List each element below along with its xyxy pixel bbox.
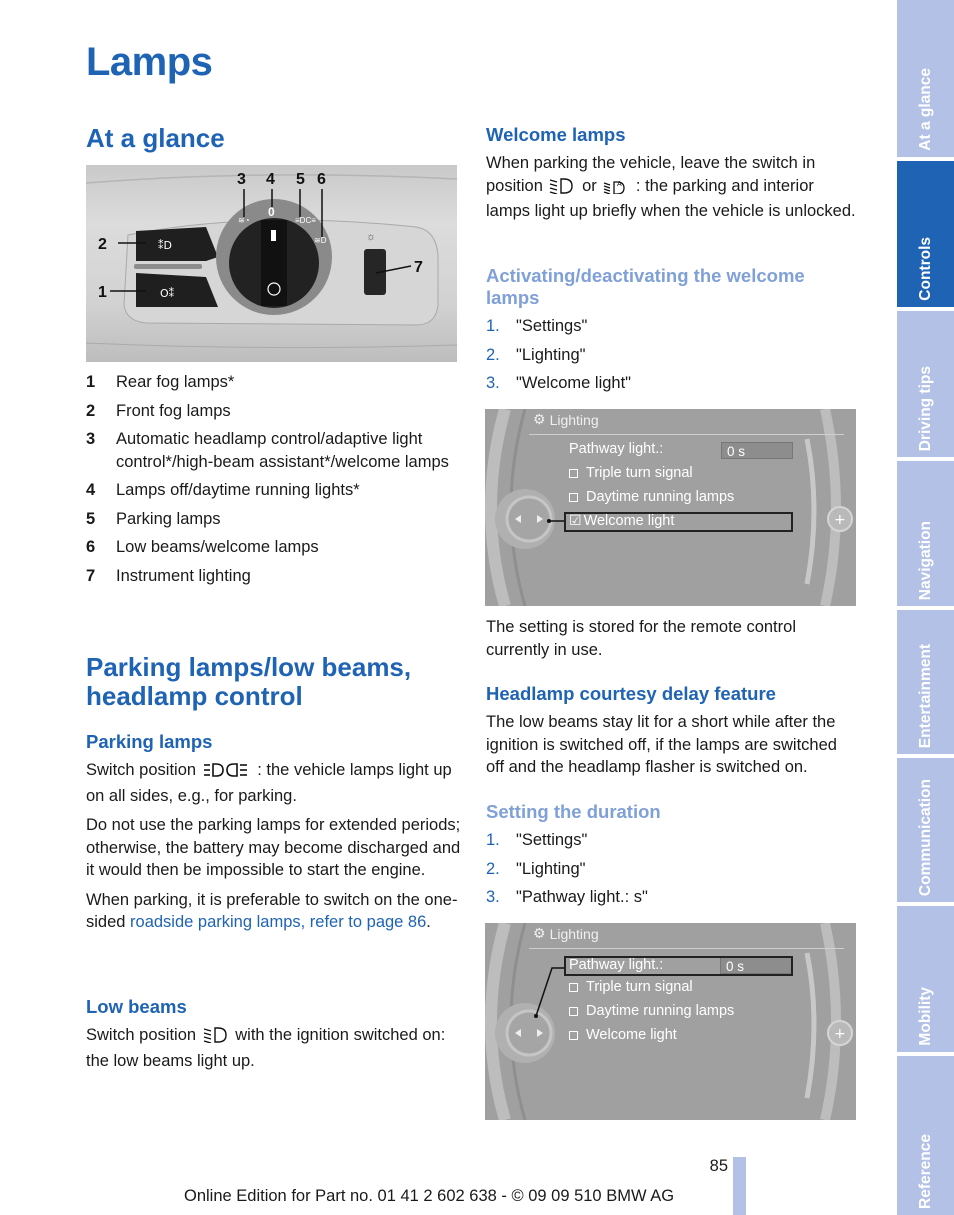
remote-control-note: The setting is stored for the remote con… [486,618,796,659]
checkbox-unchecked-icon[interactable] [569,982,578,992]
idrive-screen-welcome-light: + ⚙ Lighting Pathway light.: 0 s Triple t… [485,409,856,606]
idrive-screen-pathway-light: + ⚙ Lighting 0 s Pathway light.: Triple t… [485,923,856,1120]
roadside-parking-lamps-link[interactable]: roadside parking lamps, refer to page 86 [130,913,426,931]
legend-item: 6 Low beams/welcome lamps [86,538,319,556]
legend-item: 4 Lamps off/daytime running lights* [86,481,360,499]
subheading-activating-welcome-lamps: Activating/deactivating the welcome lamp… [486,265,805,308]
auto-headlamp-symbol-icon: A [603,178,629,201]
page-number-marker [733,1157,746,1215]
menu-item-daytime-running-lamps[interactable]: Daytime running lamps [569,1003,734,1019]
parking-lamp-icon: ≡DC≡ [295,216,316,225]
screen-divider [529,434,844,435]
courtesy-delay-paragraph: The low beams stay lit for a short while… [486,713,837,776]
page-number: 85 [709,1157,728,1175]
welcome-lamps-paragraph: When parking the vehicle, leave the swit… [486,154,856,220]
section-heading-at-a-glance: At a glance [86,123,225,153]
step-item: 1. "Settings" [486,831,588,849]
screen-title: ⚙ Lighting [533,411,599,428]
menu-item-pathway-light[interactable]: Pathway light.: [569,957,663,973]
legend-item: 2 Front fog lamps [86,401,231,420]
parking-lamps-paragraph-3: When parking, it is preferable to switch… [86,890,458,932]
page-title: Lamps [86,40,213,84]
side-tab-controls[interactable]: Controls [897,161,954,307]
low-beam-symbol-icon [203,1027,229,1050]
low-beam-icon: ≋D [314,236,327,245]
parking-lamps-text: Switch position : the vehicle lamps ligh… [86,759,461,934]
figure-legend: 1 Rear fog lamps* 2 Front fog lamps 3 Autom… [86,371,461,593]
duration-steps-list: 1. "Settings" 2. "Lighting" 3. "Pathway lig… [486,829,858,915]
settings-gear-icon: ⚙ [533,411,546,427]
menu-item-welcome-light[interactable]: ☑ Welcome light [569,512,674,529]
menu-item-welcome-light[interactable]: Welcome light [569,1027,677,1043]
menu-item-pathway-light[interactable]: Pathway light.: [569,441,663,457]
callout-3: 3 [237,171,246,188]
subheading-low-beams: Low beams [86,996,187,1017]
side-tab-reference[interactable]: Reference [897,1056,954,1215]
plus-icon: + [834,1026,846,1042]
footer-edition-text: Online Edition for Part no. 01 41 2 602 … [184,1187,675,1205]
instrument-dimmer-icon: ☼ [366,231,376,243]
callout-7: 7 [414,259,423,276]
auto-headlamp-icon: ≋◔ [238,216,250,225]
callout-2: 2 [98,236,107,253]
side-tab-communication[interactable]: Communication [897,758,954,902]
side-tab-driving-tips[interactable]: Driving tips [897,311,954,457]
callout-4: 4 [266,171,275,188]
menu-item-triple-turn-signal[interactable]: Triple turn signal [569,979,693,995]
step-item: 3. "Pathway light.: s" [486,888,648,906]
subheading-welcome-lamps: Welcome lamps [486,124,626,145]
side-tab-entertainment[interactable]: Entertainment [897,610,954,754]
light-switch-figure: ⁑D O⁑ 0 ≋◔ ≡DC≡ ≋D ☼ 2 1 3 4 5 6 7 [86,165,457,362]
parking-lamps-paragraph-1: Switch position : the vehicle lamps ligh… [86,761,452,805]
section-heading-parking-low-beams: Parking lamps/low beams, headlamp contro… [86,652,412,711]
checkbox-unchecked-icon[interactable] [569,492,578,502]
side-tab-at-a-glance[interactable]: At a glance [897,0,954,157]
legend-item: 3 Automatic headlamp control/adaptive lig… [86,430,449,471]
step-item: 3. "Welcome light" [486,374,632,392]
menu-item-daytime-running-lamps[interactable]: Daytime running lamps [569,489,734,505]
rear-fog-icon: O⁑ [160,287,175,300]
callout-1: 1 [98,284,107,301]
pathway-light-value[interactable]: 0 s [721,442,793,459]
step-item: 1. "Settings" [486,317,588,335]
step-item: 2. "Lighting" [486,345,586,364]
side-tab-navigation[interactable]: Navigation [897,461,954,606]
checkbox-unchecked-icon[interactable] [569,1006,578,1016]
front-fog-icon: ⁑D [158,239,172,252]
callout-6: 6 [317,171,326,188]
screen-divider [529,948,844,949]
checkbox-checked-icon[interactable]: ☑ [569,512,582,529]
side-tab-mobility[interactable]: Mobility [897,906,954,1052]
menu-item-triple-turn-signal[interactable]: Triple turn signal [569,465,693,481]
legend-item: 1 Rear fog lamps* [86,373,235,391]
idrive-screen-frame: + [485,923,853,1120]
light-switch-illustration: ⁑D O⁑ 0 ≋◔ ≡DC≡ ≋D ☼ 2 1 3 4 5 6 7 [86,171,457,349]
idrive-screen-frame: + [485,409,853,606]
parking-lamps-paragraph-2: Do not use the parking lamps for extende… [86,816,461,879]
rear-fog-button-shape [136,273,218,307]
subheading-parking-lamps: Parking lamps [86,731,213,752]
activating-steps-list: 1. "Settings" 2. "Lighting" 3. "Welcome lig… [486,315,858,401]
callout-5: 5 [296,171,305,188]
parking-lamps-symbol-icon [203,762,251,785]
checkbox-unchecked-icon[interactable] [569,1030,578,1040]
checkbox-unchecked-icon[interactable] [569,468,578,478]
switch-zero-label: 0 [268,205,275,219]
legend-item: 5 Parking lamps [86,509,221,528]
low-beam-symbol-icon [549,177,575,201]
screen-title: ⚙ Lighting [533,925,599,942]
subheading-setting-duration: Setting the duration [486,801,661,822]
plus-icon: + [834,512,846,528]
step-item: 2. "Lighting" [486,859,586,878]
settings-gear-icon: ⚙ [533,925,546,941]
legend-item: 7 Instrument lighting [86,566,251,585]
front-fog-button-shape [136,227,218,261]
low-beams-paragraph: Switch position with the ignition switch… [86,1026,446,1070]
subheading-courtesy-delay: Headlamp courtesy delay feature [486,683,776,704]
svg-text:A: A [617,181,622,188]
